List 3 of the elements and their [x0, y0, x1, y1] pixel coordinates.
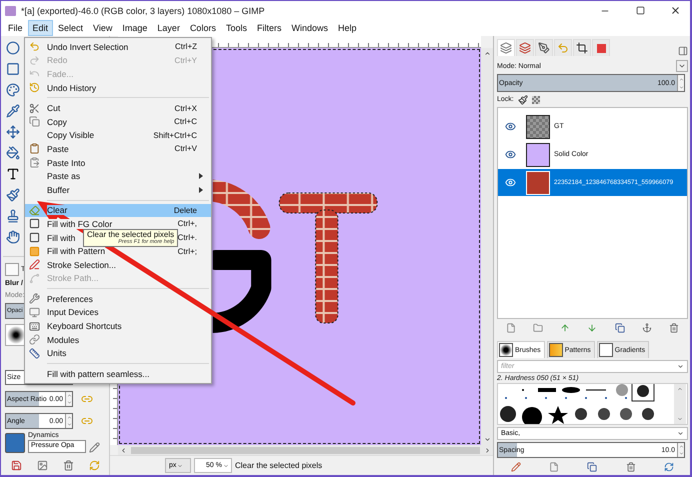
- tooltip-text: Clear the selected pixels: [87, 230, 174, 238]
- window-title: *[a] (exported)-46.0 (RGB color, 3 layers) 1080x1080 – GIMP: [21, 6, 266, 16]
- status-message: Clear the selected pixels: [235, 461, 322, 470]
